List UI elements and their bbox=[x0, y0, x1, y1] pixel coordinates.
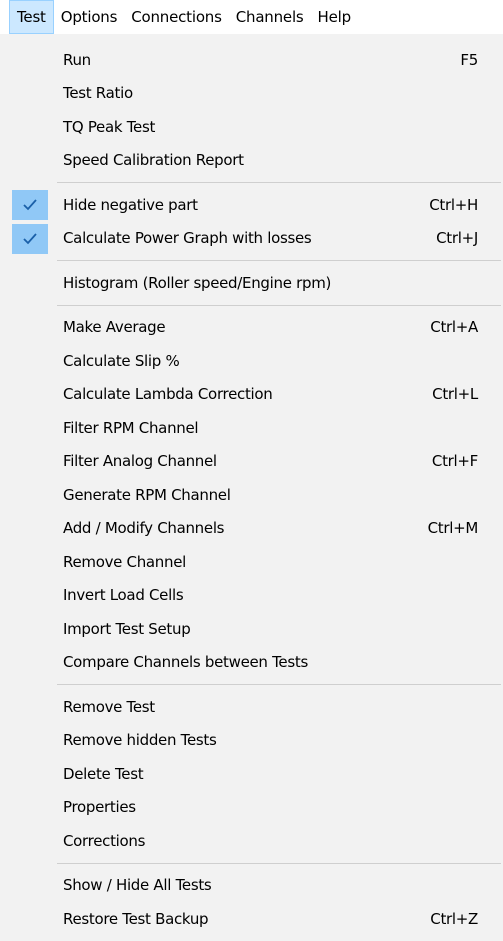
menu-separator bbox=[0, 255, 503, 266]
menu-item-histogram[interactable]: Histogram (Roller speed/Engine rpm) bbox=[0, 266, 503, 300]
menu-item-shortcut: Ctrl+A bbox=[430, 318, 478, 337]
menu-item-label: Calculate Power Graph with losses bbox=[63, 229, 312, 248]
menu-item-label: Calculate Lambda Correction bbox=[63, 385, 273, 404]
menu-item-label: Add / Modify Channels bbox=[63, 519, 225, 538]
menu-item-remove-hidden-tests[interactable]: Remove hidden Tests bbox=[0, 724, 503, 758]
menu-item-label: Restore Test Backup bbox=[63, 909, 209, 928]
menu-item-label: Delete Test bbox=[63, 764, 144, 783]
menu-item-label: Corrections bbox=[63, 831, 146, 850]
menu-item-filter-rpm-channel[interactable]: Filter RPM Channel bbox=[0, 411, 503, 445]
menu-item-label: Remove hidden Tests bbox=[63, 731, 217, 750]
menu-item-label: Generate RPM Channel bbox=[63, 485, 231, 504]
menubar: Test Options Connections Channels Help bbox=[0, 0, 503, 34]
menu-item-calculate-lambda-correction[interactable]: Calculate Lambda Correction Ctrl+L bbox=[0, 378, 503, 412]
menu-item-speed-calibration-report[interactable]: Speed Calibration Report bbox=[0, 144, 503, 178]
menu-separator bbox=[0, 300, 503, 311]
menu-item-label: Compare Channels between Tests bbox=[63, 653, 308, 672]
menu-item-delete-test[interactable]: Delete Test bbox=[0, 757, 503, 791]
menu-separator bbox=[0, 679, 503, 690]
menu-item-label: Test Ratio bbox=[63, 84, 133, 103]
menu-item-remove-channel[interactable]: Remove Channel bbox=[0, 545, 503, 579]
menu-test[interactable]: Test bbox=[9, 0, 54, 34]
menu-item-shortcut: F5 bbox=[460, 50, 478, 69]
menu-item-label: Import Test Setup bbox=[63, 619, 191, 638]
menu-item-label: Calculate Slip % bbox=[63, 351, 180, 370]
menu-item-shortcut: Ctrl+Z bbox=[430, 909, 478, 928]
menu-item-show-hide-all-tests[interactable]: Show / Hide All Tests bbox=[0, 869, 503, 903]
menu-item-make-average[interactable]: Make Average Ctrl+A bbox=[0, 311, 503, 345]
menu-separator bbox=[0, 177, 503, 188]
menu-item-shortcut: Ctrl+F bbox=[431, 452, 478, 471]
menu-item-label: Properties bbox=[63, 798, 136, 817]
menu-item-shortcut: Ctrl+M bbox=[427, 519, 479, 538]
menu-item-properties[interactable]: Properties bbox=[0, 791, 503, 825]
menu-item-remove-test[interactable]: Remove Test bbox=[0, 690, 503, 724]
menu-item-shortcut: Ctrl+H bbox=[429, 195, 478, 214]
menu-item-calculate-power-graph[interactable]: Calculate Power Graph with losses Ctrl+J bbox=[0, 222, 503, 256]
menu-channels[interactable]: Channels bbox=[229, 0, 311, 34]
menu-item-run[interactable]: Run F5 bbox=[0, 43, 503, 77]
menu-item-generate-rpm-channel[interactable]: Generate RPM Channel bbox=[0, 478, 503, 512]
menu-item-calculate-slip[interactable]: Calculate Slip % bbox=[0, 344, 503, 378]
menu-item-test-ratio[interactable]: Test Ratio bbox=[0, 77, 503, 111]
menu-item-restore-test-backup[interactable]: Restore Test Backup Ctrl+Z bbox=[0, 902, 503, 936]
menu-item-label: Make Average bbox=[63, 318, 166, 337]
menu-item-label: Hide negative part bbox=[63, 195, 198, 214]
menu-item-import-test-setup[interactable]: Import Test Setup bbox=[0, 612, 503, 646]
menu-item-hide-negative-part[interactable]: Hide negative part Ctrl+H bbox=[0, 188, 503, 222]
menu-separator bbox=[0, 858, 503, 869]
menu-item-label: TQ Peak Test bbox=[63, 117, 156, 136]
menu-connections[interactable]: Connections bbox=[124, 0, 229, 34]
menu-item-shortcut: Ctrl+J bbox=[436, 229, 478, 248]
menu-item-add-modify-channels[interactable]: Add / Modify Channels Ctrl+M bbox=[0, 512, 503, 546]
menu-item-label: Speed Calibration Report bbox=[63, 151, 244, 170]
menu-item-invert-load-cells[interactable]: Invert Load Cells bbox=[0, 579, 503, 613]
menu-item-shortcut: Ctrl+L bbox=[432, 385, 478, 404]
menu-item-label: Filter Analog Channel bbox=[63, 452, 217, 471]
menu-item-label: Remove Channel bbox=[63, 552, 187, 571]
menu-item-label: Histogram (Roller speed/Engine rpm) bbox=[63, 273, 332, 292]
checkmark-icon bbox=[12, 223, 48, 254]
checkmark-icon bbox=[12, 190, 48, 220]
menu-item-filter-analog-channel[interactable]: Filter Analog Channel Ctrl+F bbox=[0, 445, 503, 479]
test-dropdown-menu: Run F5 Test Ratio TQ Peak Test Speed Cal… bbox=[0, 34, 503, 941]
menu-item-corrections[interactable]: Corrections bbox=[0, 824, 503, 858]
menu-item-label: Filter RPM Channel bbox=[63, 418, 199, 437]
menu-options[interactable]: Options bbox=[54, 0, 124, 34]
menu-item-label: Invert Load Cells bbox=[63, 586, 184, 605]
menu-item-compare-channels[interactable]: Compare Channels between Tests bbox=[0, 646, 503, 680]
menu-item-tq-peak-test[interactable]: TQ Peak Test bbox=[0, 110, 503, 144]
menu-item-label: Run bbox=[63, 50, 91, 69]
menu-help[interactable]: Help bbox=[311, 0, 358, 34]
menu-item-label: Remove Test bbox=[63, 697, 155, 716]
menu-item-label: Show / Hide All Tests bbox=[63, 876, 212, 895]
